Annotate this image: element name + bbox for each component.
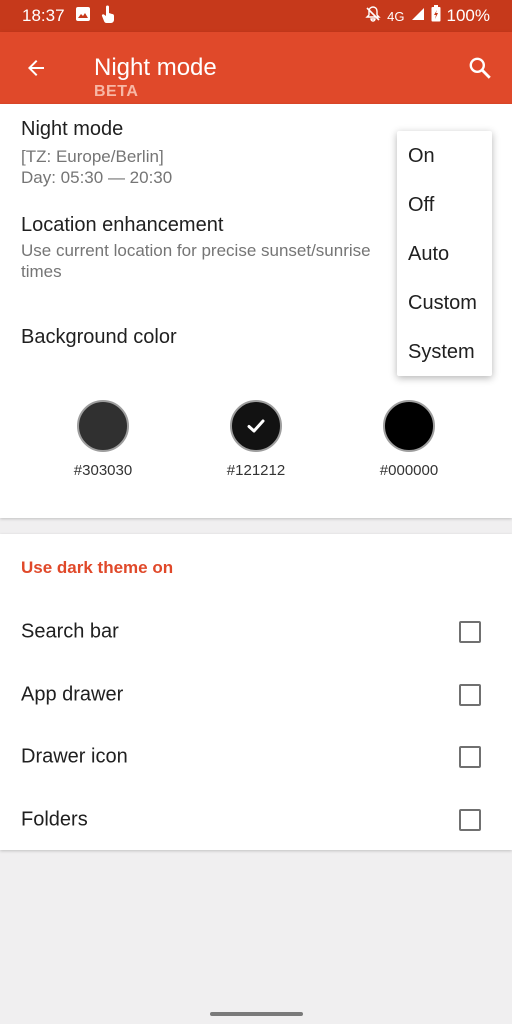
swatch-circle[interactable] <box>77 400 129 452</box>
row-label: App drawer <box>21 683 124 706</box>
battery-percent: 100% <box>446 6 490 25</box>
touch-icon <box>101 5 115 28</box>
back-arrow-icon <box>28 60 44 76</box>
image-icon <box>75 6 91 27</box>
app-bar: Night mode BETA <box>0 32 512 104</box>
status-bar: 18:37 4G 100% <box>0 0 512 32</box>
section-header-dark-theme: Use dark theme on <box>21 558 174 577</box>
swatch-circle-selected[interactable] <box>230 400 282 452</box>
battery-icon <box>431 5 441 27</box>
menu-item-off[interactable]: Off <box>397 181 492 230</box>
check-icon <box>247 419 265 433</box>
network-label: 4G <box>387 8 405 24</box>
search-icon <box>469 57 491 79</box>
menu-item-auto[interactable]: Auto <box>397 230 492 279</box>
dark-theme-folders-row[interactable]: Folders <box>0 789 512 851</box>
row-label: Drawer icon <box>21 745 128 768</box>
back-button[interactable] <box>20 52 52 84</box>
location-enhancement-summary: Use current location for precise sunset/… <box>21 241 371 281</box>
drawer-icon-checkbox[interactable] <box>459 746 481 768</box>
notifications-off-icon <box>365 5 381 27</box>
dark-theme-drawer-icon-row[interactable]: Drawer icon <box>0 726 512 788</box>
swatch-121212[interactable]: #121212 <box>206 400 306 479</box>
page-title: Night mode <box>94 54 217 81</box>
gesture-nav-handle[interactable] <box>210 1012 303 1016</box>
app-drawer-checkbox[interactable] <box>459 684 481 706</box>
menu-item-custom[interactable]: Custom <box>397 279 492 328</box>
search-bar-checkbox[interactable] <box>459 621 481 643</box>
menu-item-on[interactable]: On <box>397 132 492 181</box>
folders-checkbox[interactable] <box>459 809 481 831</box>
swatch-label: #121212 <box>226 462 286 479</box>
swatch-000000[interactable]: #000000 <box>359 400 459 479</box>
page-subtitle: BETA <box>94 83 139 100</box>
dark-theme-search-bar-row[interactable]: Search bar <box>0 601 512 663</box>
night-mode-dropdown-menu: On Off Auto Custom System <box>397 131 492 376</box>
status-time: 18:37 <box>22 6 65 25</box>
row-label: Folders <box>21 808 88 831</box>
row-label: Search bar <box>21 620 119 643</box>
color-swatches: #303030 #121212 #000000 <box>0 400 512 490</box>
swatch-303030[interactable]: #303030 <box>53 400 153 479</box>
swatch-circle[interactable] <box>383 400 435 452</box>
swatch-label: #000000 <box>379 462 439 479</box>
dark-theme-card: Use dark theme on Search bar App drawer … <box>0 534 512 850</box>
dark-theme-app-drawer-row[interactable]: App drawer <box>0 664 512 726</box>
swatch-label: #303030 <box>73 462 133 479</box>
signal-icon <box>411 7 425 26</box>
menu-item-system[interactable]: System <box>397 328 492 377</box>
search-button[interactable] <box>464 52 496 84</box>
